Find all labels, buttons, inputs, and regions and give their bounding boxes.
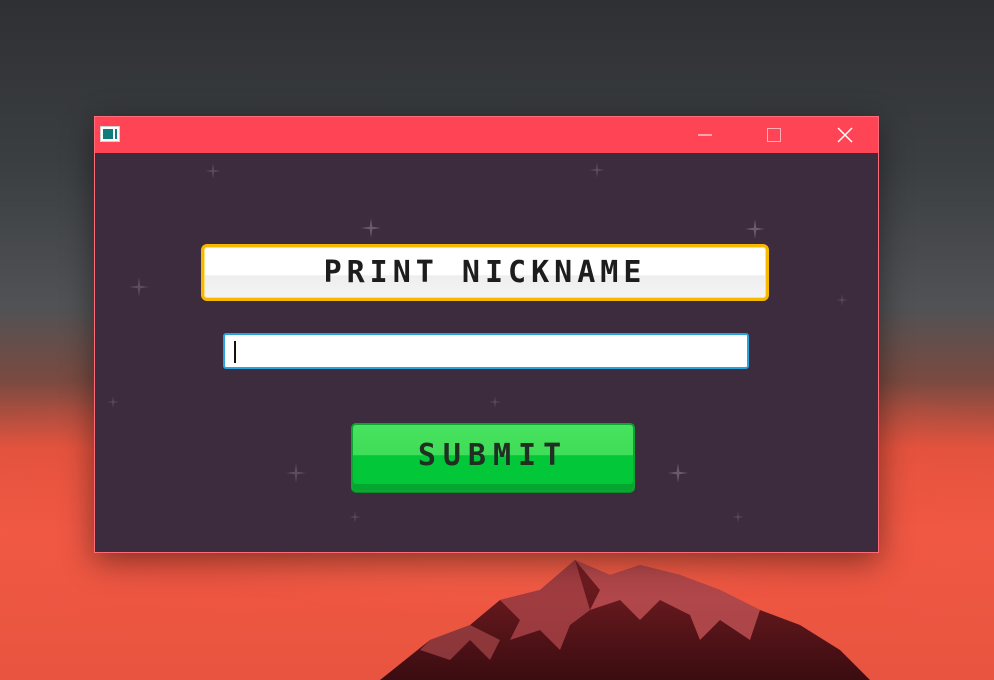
sparkle-icon	[349, 511, 361, 523]
sparkle-icon	[107, 396, 119, 408]
sparkle-icon	[129, 277, 149, 297]
nickname-heading-banner: PRINT NICKNAME	[201, 244, 769, 301]
sparkle-icon	[205, 163, 221, 179]
app-window-icon	[100, 126, 120, 142]
maximize-icon	[767, 128, 781, 142]
submit-button-label: SUBMIT	[417, 438, 569, 473]
close-icon	[837, 127, 853, 143]
window-content: PRINT NICKNAME SUBMIT	[95, 153, 878, 552]
sparkle-icon	[732, 511, 744, 523]
text-caret	[234, 341, 236, 363]
sparkle-icon	[668, 463, 688, 483]
minimize-button[interactable]	[682, 117, 728, 153]
game-window: PRINT NICKNAME SUBMIT	[94, 116, 879, 553]
submit-button[interactable]: SUBMIT	[351, 423, 635, 492]
sparkle-icon	[361, 218, 381, 238]
minimize-icon	[698, 134, 712, 136]
sparkle-icon	[489, 396, 501, 408]
maximize-button[interactable]	[751, 117, 797, 153]
sparkle-icon	[286, 463, 306, 483]
nickname-input[interactable]	[223, 333, 749, 369]
sparkle-icon	[836, 294, 848, 306]
sparkle-icon	[745, 219, 765, 239]
close-button[interactable]	[822, 117, 868, 153]
window-titlebar[interactable]	[95, 117, 878, 153]
nickname-heading: PRINT NICKNAME	[323, 255, 647, 290]
sparkle-icon	[589, 162, 605, 178]
